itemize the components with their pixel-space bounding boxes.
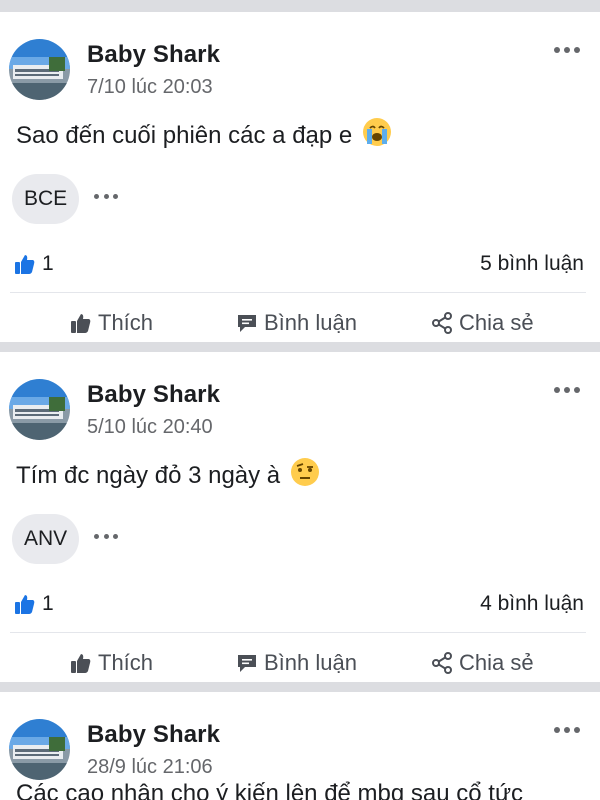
face-with-raised-eyebrow-icon xyxy=(290,457,320,494)
post-author[interactable]: Baby Shark xyxy=(87,721,220,749)
post-text: Tím đc ngày đỏ 3 ngày à xyxy=(16,461,281,489)
share-button-label: Chia sẻ xyxy=(459,650,534,675)
post-options-button[interactable] xyxy=(552,40,582,60)
comment-button[interactable]: Bình luận xyxy=(236,642,357,684)
share-button[interactable]: Chia sẻ xyxy=(431,302,534,344)
divider xyxy=(10,292,586,293)
stock-tag-chip[interactable]: BCE xyxy=(12,174,80,224)
tag-more-button[interactable] xyxy=(94,194,118,202)
post-options-button[interactable] xyxy=(552,380,582,400)
post-card: Baby Shark 7/10 lúc 20:03 Sao đến cuối p… xyxy=(0,12,600,342)
post-options-button[interactable] xyxy=(552,720,582,740)
thumbs-up-icon xyxy=(71,654,91,673)
tag-more-button[interactable] xyxy=(94,534,118,542)
like-count: 1 xyxy=(42,592,54,615)
like-reaction-icon xyxy=(15,255,35,274)
loudly-crying-face-icon xyxy=(362,117,392,154)
stock-tag-chip[interactable]: ANV xyxy=(12,514,80,564)
news-feed: Baby Shark 7/10 lúc 20:03 Sao đến cuối p… xyxy=(0,0,600,800)
post-text: Sao đến cuối phiên các a đạp e xyxy=(16,121,353,149)
post-card: Baby Shark 5/10 lúc 20:40 Tím đc ngày đỏ… xyxy=(0,352,600,682)
comment-button-label: Bình luận xyxy=(264,310,357,335)
avatar[interactable] xyxy=(9,39,70,100)
like-button[interactable]: Thích xyxy=(70,302,153,344)
comment-icon xyxy=(238,655,256,672)
share-icon xyxy=(432,312,452,334)
divider xyxy=(10,632,586,633)
like-button[interactable]: Thích xyxy=(70,642,153,684)
post-text-row: Sao đến cuối phiên các a đạp e xyxy=(16,117,392,154)
thumbs-up-icon xyxy=(71,314,91,333)
post-timestamp[interactable]: 7/10 lúc 20:03 xyxy=(87,76,213,99)
post-author[interactable]: Baby Shark xyxy=(87,381,220,409)
comment-button[interactable]: Bình luận xyxy=(236,302,357,344)
share-button[interactable]: Chia sẻ xyxy=(431,642,534,684)
post-author[interactable]: Baby Shark xyxy=(87,41,220,69)
post-actions-bar: Thích Bình luận Chia sẻ xyxy=(0,642,600,684)
like-count: 1 xyxy=(42,252,54,275)
post-timestamp[interactable]: 28/9 lúc 21:06 xyxy=(87,756,213,779)
post-text-row: Tím đc ngày đỏ 3 ngày à xyxy=(16,457,320,494)
reaction-summary[interactable]: 1 xyxy=(14,592,54,616)
post-actions-bar: Thích Bình luận Chia sẻ xyxy=(0,302,600,344)
post-card: Baby Shark 28/9 lúc 21:06 Các cao nhân c… xyxy=(0,692,600,800)
like-button-label: Thích xyxy=(98,650,154,675)
comment-count[interactable]: 4 bình luận xyxy=(480,592,584,616)
avatar[interactable] xyxy=(9,719,70,780)
share-button-label: Chia sẻ xyxy=(459,310,534,335)
avatar[interactable] xyxy=(9,379,70,440)
reaction-summary[interactable]: 1 xyxy=(14,252,54,276)
comment-count[interactable]: 5 bình luận xyxy=(480,252,584,276)
post-timestamp[interactable]: 5/10 lúc 20:40 xyxy=(87,416,213,439)
share-icon xyxy=(432,652,452,674)
like-button-label: Thích xyxy=(98,310,154,335)
like-reaction-icon xyxy=(15,595,35,614)
comment-icon xyxy=(238,315,256,332)
comment-button-label: Bình luận xyxy=(264,650,357,675)
post-text-row: Các cao nhân cho ý kiến lên để mbg sau c… xyxy=(16,780,523,800)
post-text: Các cao nhân cho ý kiến lên để mbg sau c… xyxy=(16,780,524,800)
